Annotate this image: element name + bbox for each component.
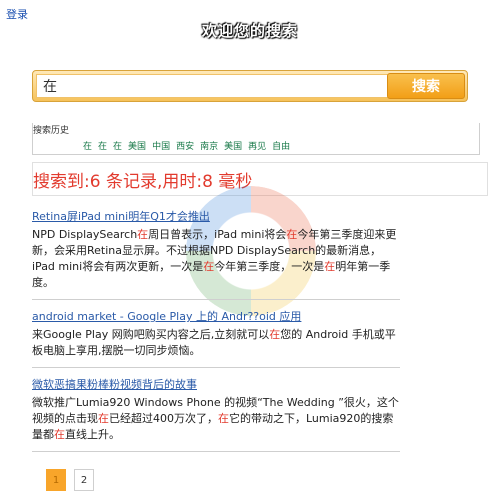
snippet-text: 周日曾表示，iPad mini将会 (148, 228, 287, 241)
result-divider (32, 451, 400, 452)
history-item[interactable]: 西安 (176, 142, 194, 152)
history-item[interactable]: 在 (98, 142, 107, 152)
history-item[interactable]: 自由 (272, 142, 290, 152)
search-input[interactable] (36, 74, 414, 98)
history-item[interactable]: 在 (83, 142, 92, 152)
snippet-text: 来Google Play 网购吧购买内容之后,立刻就可以 (32, 328, 270, 341)
page-2-button[interactable]: 2 (74, 469, 94, 491)
welcome-title: 欢迎您的搜索 (201, 22, 298, 40)
keyword-highlight: 在 (54, 428, 65, 441)
result-divider (32, 299, 400, 300)
keyword-highlight: 在 (98, 412, 109, 425)
search-bar: 搜索 (32, 70, 468, 102)
result-item: 微软恶搞果粉棒粉视频背后的故事微软推广Lumia920 Windows Phon… (32, 376, 402, 443)
snippet-text: 今年第三季度，一次是 (214, 260, 325, 273)
keyword-highlight: 在 (286, 228, 298, 241)
result-item: Retina屏iPad mini明年Q1才会推出 NPD DisplaySearc… (32, 208, 402, 291)
history-item[interactable]: 在 (113, 142, 122, 152)
result-title-link[interactable]: Retina屏iPad mini明年Q1才会推出 (32, 208, 402, 224)
result-snippet: 来Google Play 网购吧购买内容之后,立刻就可以在您的 Android … (32, 327, 402, 359)
result-snippet: NPD DisplaySearch在周日曾表示，iPad mini将会在今年第三… (32, 227, 402, 291)
keyword-highlight: 在 (324, 260, 336, 273)
keyword-highlight: 在 (203, 260, 215, 273)
keyword-highlight: 在 (218, 412, 229, 425)
history-item[interactable]: 南京 (200, 142, 218, 152)
snippet-text: NPD DisplaySearch (32, 228, 138, 241)
search-history-label: 搜索历史 (33, 126, 70, 136)
snippet-text: 直线上升。 (65, 428, 120, 441)
search-history: 搜索历史 在在在美国 中国 西安 南京 美国 再见 自由 (32, 123, 480, 155)
keyword-highlight: 在 (269, 328, 281, 341)
result-title-link[interactable]: android market - Google Play 上的 Andr??oi… (32, 308, 402, 324)
result-item: android market - Google Play 上的 Andr??oi… (32, 308, 402, 359)
history-item[interactable]: 美国 (128, 142, 146, 152)
pagination: 12 (46, 468, 102, 491)
page-1-button[interactable]: 1 (46, 469, 66, 491)
results-list: Retina屏iPad mini明年Q1才会推出 NPD DisplaySearc… (32, 208, 402, 460)
history-item[interactable]: 中国 (152, 142, 170, 152)
search-button[interactable]: 搜索 (387, 73, 465, 99)
result-divider (32, 367, 400, 368)
history-item[interactable]: 再见 (248, 142, 266, 152)
result-title-link[interactable]: 微软恶搞果粉棒粉视频背后的故事 (32, 376, 402, 392)
keyword-highlight: 在 (137, 228, 149, 241)
result-snippet: 微软推广Lumia920 Windows Phone 的视频“The Weddi… (32, 395, 402, 443)
search-history-list: 在在在美国 中国 西安 南京 美国 再见 自由 (83, 139, 296, 152)
history-item[interactable]: 美国 (224, 142, 242, 152)
snippet-text: 已经超过400万次了， (109, 412, 218, 425)
